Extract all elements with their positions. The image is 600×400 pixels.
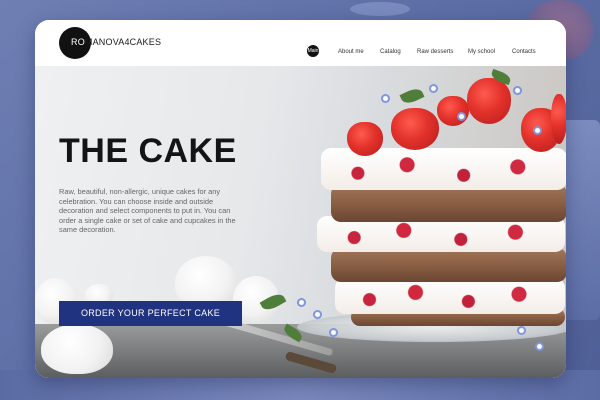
strawberry	[551, 94, 566, 144]
brand-name-rest: MANOVA4CAKES	[84, 37, 162, 47]
website-card: THE CAKE Raw, beautiful, non-allergic, u…	[35, 20, 566, 378]
forget-me-not-flower	[381, 94, 390, 103]
nav-item-label: Catalog	[380, 49, 401, 55]
brand-name[interactable]: ROMANOVA4CAKES	[71, 37, 161, 47]
nav-item-label: Main	[307, 45, 319, 57]
strawberry	[347, 122, 383, 156]
forget-me-not-flower	[513, 86, 522, 95]
forget-me-not-flower	[329, 328, 338, 337]
nav-item-catalog[interactable]: Catalog	[380, 40, 401, 58]
forget-me-not-flower	[429, 84, 438, 93]
top-navigation: ROMANOVA4CAKES Main About me Catalog Raw…	[35, 20, 566, 66]
nav-item-label: Raw desserts	[417, 49, 454, 55]
nav-item-label: My school	[468, 49, 496, 55]
hero-section: THE CAKE Raw, beautiful, non-allergic, u…	[35, 66, 566, 378]
nav-item-label: Contacts	[512, 49, 536, 55]
meringue	[41, 324, 113, 374]
nav-item-main[interactable]: Main	[307, 39, 319, 57]
cake-sponge-layer	[331, 248, 566, 282]
mint-leaf	[399, 85, 425, 107]
forget-me-not-flower	[457, 112, 466, 121]
strawberry	[391, 108, 439, 150]
nav-item-raw-desserts[interactable]: Raw desserts	[417, 40, 453, 58]
nav-item-label: About me	[338, 49, 364, 55]
hero-title: THE CAKE	[59, 132, 237, 170]
strawberry	[467, 78, 511, 124]
brand-name-prefix: RO	[71, 37, 85, 47]
background-flower	[560, 120, 600, 320]
cake-cream-layer	[335, 278, 565, 314]
forget-me-not-flower	[297, 298, 306, 307]
nav-item-about-me[interactable]: About me	[338, 40, 364, 58]
nav-item-my-school[interactable]: My school	[468, 40, 495, 58]
nav-item-contacts[interactable]: Contacts	[512, 40, 536, 58]
order-cake-button[interactable]: ORDER YOUR PERFECT CAKE	[59, 301, 242, 326]
forget-me-not-flower	[313, 310, 322, 319]
background-flower	[350, 2, 410, 16]
forget-me-not-flower	[533, 126, 542, 135]
forget-me-not-flower	[535, 342, 544, 351]
strawberry	[437, 96, 469, 126]
forget-me-not-flower	[517, 326, 526, 335]
hero-description: Raw, beautiful, non-allergic, unique cak…	[59, 187, 236, 235]
